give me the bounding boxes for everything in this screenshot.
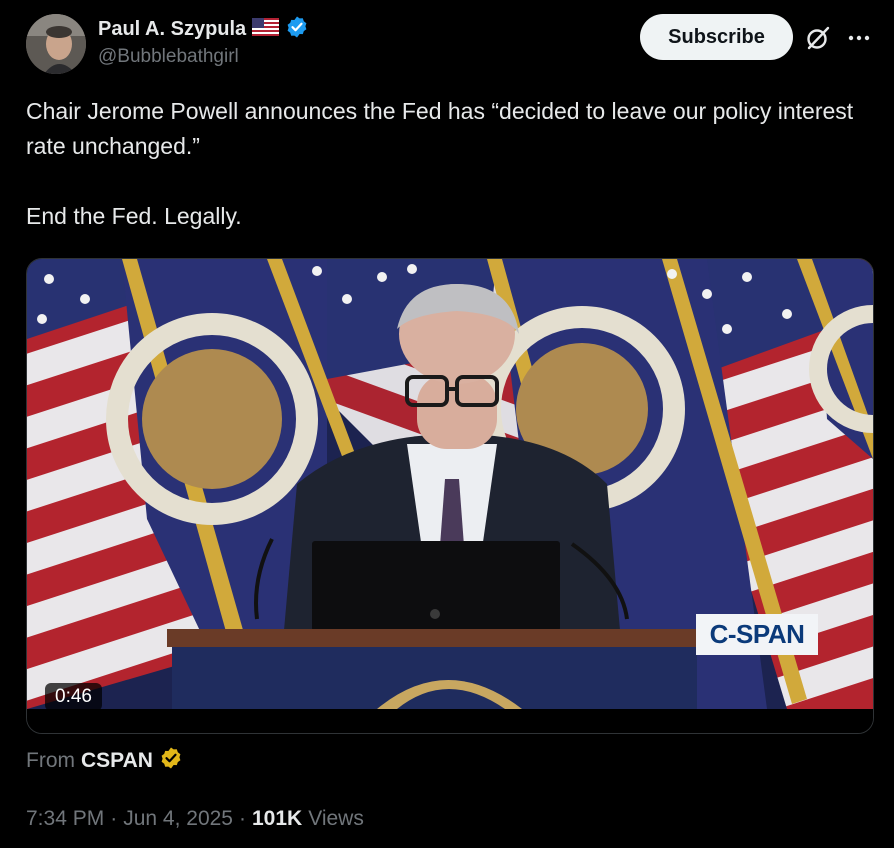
subscribe-button[interactable]: Subscribe [640,14,793,60]
video-player[interactable]: C-SPAN 0:46 [26,258,874,734]
author-display-name[interactable]: Paul A. Szypula [98,18,246,41]
tweet-meta-row: 7:34 PM · Jun 4, 2025 · 101K Views [26,807,364,831]
views-label: Views [308,807,364,830]
author-name-row[interactable]: Paul A. Szypula [98,14,309,44]
more-options-icon[interactable] [845,24,873,52]
verified-badge-icon[interactable] [285,15,309,44]
tweet-text: Chair Jerome Powell announces the Fed ha… [26,94,876,234]
views-count[interactable]: 101K [252,807,302,831]
avatar[interactable] [26,14,86,74]
us-flag-icon [252,17,280,41]
source-account-link[interactable]: CSPAN [81,749,153,773]
author-handle[interactable]: @Bubblebathgirl [98,46,239,68]
verified-org-badge-icon[interactable] [159,746,183,776]
tweet-text-line-2: End the Fed. Legally. [26,203,242,229]
tweet-time[interactable]: 7:34 PM [26,807,104,831]
tweet-date[interactable]: Jun 4, 2025 [123,807,233,831]
video-duration-badge: 0:46 [45,683,102,711]
tweet-header: Paul A. Szypula @Bubblebathgirl Subscrib… [0,0,894,80]
cspan-logo: C-SPAN [696,614,818,655]
tweet-text-line-1: Chair Jerome Powell announces the Fed ha… [26,98,854,159]
video-source-row: From CSPAN [26,746,183,776]
grok-icon[interactable] [805,25,831,51]
from-label: From [26,749,75,772]
